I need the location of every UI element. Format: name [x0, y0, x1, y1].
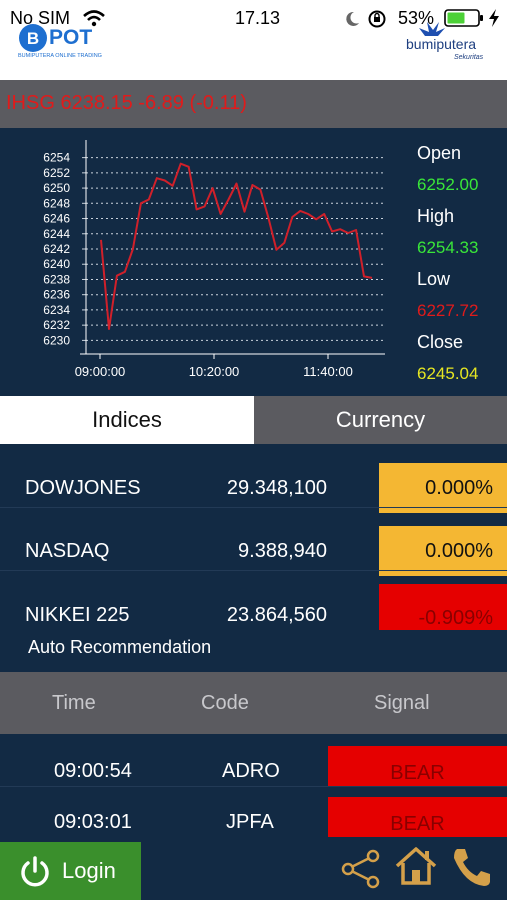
y-tick-label: 6238 [43, 272, 70, 286]
x-tick-label: 09:00:00 [75, 364, 126, 379]
list-item[interactable]: NASDAQ 9.388,940 0.000% [0, 520, 507, 582]
login-button[interactable]: Login [0, 842, 141, 900]
signal-badge: BEAR [328, 746, 507, 786]
tab-indices[interactable]: Indices [0, 396, 254, 444]
index-value: 23.864,560 [226, 604, 327, 626]
low-value: 6227.72 [417, 301, 479, 320]
signal-badge: BEAR [328, 797, 507, 837]
auto-recommendation-title: Auto Recommendation [28, 637, 212, 657]
svg-text:B: B [27, 29, 39, 48]
y-tick-label: 6250 [43, 181, 70, 195]
stock-code: JPFA [226, 811, 274, 833]
y-tick-label: 6252 [43, 166, 70, 180]
clock-label: 17.13 [235, 8, 281, 28]
index-name: NASDAQ [25, 540, 110, 562]
y-tick-label: 6246 [43, 212, 70, 226]
index-value: 29.348,100 [226, 477, 327, 499]
svg-text:Sekuritas: Sekuritas [454, 54, 484, 61]
svg-text:POT: POT [49, 26, 92, 49]
y-tick-label: 6240 [43, 257, 70, 271]
phone-icon[interactable] [451, 846, 493, 888]
x-tick-label: 10:20:00 [189, 364, 240, 379]
list-item[interactable]: DOWJONES 29.348,100 0.000% [0, 457, 507, 519]
open-label: Open [417, 143, 462, 163]
ihsg-line-chart: 6254625262506248 62466244624262406238 6236… [43, 140, 385, 379]
header-bar: No SIM 17.13 53% B POT BUMIPUTERA ONLINE… [0, 0, 507, 80]
share-icon[interactable] [340, 848, 382, 890]
login-label: Login [62, 858, 116, 883]
y-tick-label: 6244 [43, 227, 70, 241]
ihsg-ticker-text: IHSG 6238.15 -6.89 (-0.11) [6, 92, 247, 114]
row-divider [0, 786, 507, 787]
y-tick-label: 6254 [43, 151, 70, 165]
index-change-badge: -0.909% [379, 584, 507, 630]
index-name: DOWJONES [25, 477, 141, 499]
svg-text:bumiputera: bumiputera [406, 36, 476, 52]
recommendation-table-header: Time Code Signal [0, 672, 507, 734]
row-divider [0, 570, 507, 571]
y-tick-label: 6248 [43, 196, 70, 210]
list-item[interactable]: NIKKEI 225 23.864,560 -0.909% [0, 578, 507, 640]
svg-text:BUMIPUTERA ONLINE TRADING: BUMIPUTERA ONLINE TRADING [18, 53, 102, 59]
index-value: 9.388,940 [238, 540, 327, 562]
column-header-signal: Signal [374, 692, 430, 714]
chart-panel: 6254 6252 6250 6248 6246 6244 6242 6240 6238 6236… [0, 128, 507, 396]
signal-time: 09:00:54 [54, 760, 132, 782]
signal-time: 09:03:01 [54, 811, 132, 833]
bumiputera-logo: bumiputera Sekuritas [405, 20, 497, 64]
x-tick-label: 11:40:00 [303, 364, 353, 379]
close-label: Close [417, 332, 464, 352]
moon-icon [346, 11, 359, 26]
column-header-code: Code [201, 692, 249, 714]
tab-currency[interactable]: Currency [254, 396, 507, 444]
home-icon[interactable] [394, 846, 438, 886]
y-tick-label: 6242 [43, 242, 70, 256]
table-row[interactable]: 09:00:54 ADRO BEAR [0, 746, 507, 796]
high-value: 6254.33 [417, 238, 479, 257]
tab-bar: Indices Currency [0, 396, 507, 444]
high-label: High [417, 206, 455, 226]
index-change-badge: 0.000% [379, 463, 507, 513]
bpot-logo: B POT BUMIPUTERA ONLINE TRADING [16, 18, 106, 62]
stock-code: ADRO [222, 760, 280, 782]
orientation-lock-icon [368, 10, 386, 28]
low-label: Low [417, 269, 451, 289]
open-value: 6252.00 [417, 175, 479, 194]
ihsg-ticker: IHSG 6238.15 -6.89 (-0.11) [0, 80, 507, 128]
y-tick-label: 6234 [43, 303, 70, 317]
y-tick-label: 6230 [43, 333, 70, 347]
index-name: NIKKEI 225 [25, 604, 130, 626]
y-tick-label: 6236 [43, 288, 70, 302]
power-icon [21, 856, 49, 887]
column-header-time: Time [52, 692, 96, 714]
index-change-badge: 0.000% [379, 526, 507, 576]
row-divider [0, 507, 507, 508]
y-tick-label: 6232 [43, 318, 70, 332]
close-value: 6245.04 [417, 364, 479, 383]
